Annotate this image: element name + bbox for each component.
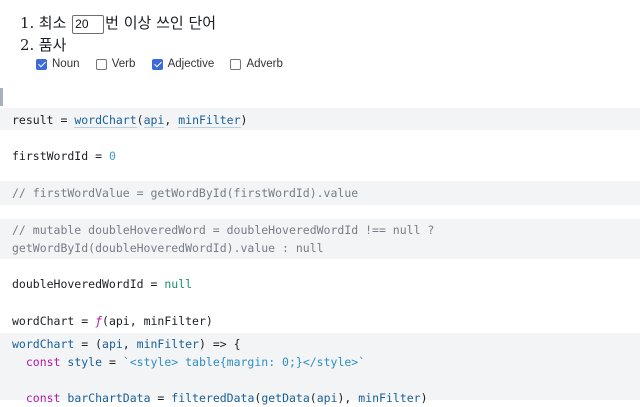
pos-option-adjective[interactable]: Adjective <box>151 56 215 72</box>
code-string: `<style> table{margin: 0;}</style>` <box>122 355 366 369</box>
code-token: firstWordId <box>12 149 89 163</box>
pos-option-label: Noun <box>52 58 80 70</box>
code-value: 0 <box>108 149 116 163</box>
code-token: api <box>102 337 123 351</box>
cell-double-hovered-word[interactable]: // mutable doubleHoveredWord = doubleHov… <box>0 219 640 259</box>
code-token: ) => { <box>198 337 241 351</box>
cell-first-word-value[interactable]: // firstWordValue = getWordById(firstWor… <box>0 181 640 205</box>
code-link[interactable]: wordChart <box>74 113 137 128</box>
function-icon: ƒ <box>95 314 103 328</box>
code-keyword: const <box>25 391 61 405</box>
code-token: filteredData <box>171 391 255 405</box>
code-link[interactable]: api <box>143 113 165 128</box>
code-link[interactable]: minFilter <box>178 113 241 128</box>
code-token: wordChart <box>12 337 75 351</box>
cell-word-chart-definition[interactable]: wordChart = (api, minFilter) => { const … <box>0 333 640 405</box>
pos-option-noun[interactable]: Noun <box>36 56 80 72</box>
code-token: ), <box>337 391 359 405</box>
code-value: null <box>164 277 193 291</box>
word-filter-panel: 1. 최소 20 번 이상 쓰인 단어 2. 품사 Noun Verb Adjec… <box>0 0 640 88</box>
cell-result[interactable]: result = wordChart(api, minFilter) <box>0 108 640 130</box>
code-token: ( <box>136 113 144 127</box>
code-comment: getWordById(doubleHoveredWordId).value :… <box>12 241 324 255</box>
code-comment: // firstWordValue = getWordById(firstWor… <box>12 186 359 200</box>
code-token: style <box>60 355 103 369</box>
cell-word-chart-signature[interactable]: wordChart = ƒ(api, minFilter) <box>0 312 640 332</box>
code-token: doubleHoveredWordId <box>12 277 144 291</box>
pos-option-label: Verb <box>111 58 136 70</box>
pos-checkbox-group: Noun Verb Adjective Adverb <box>36 56 296 72</box>
min-count-input[interactable]: 20 <box>72 14 105 34</box>
code-token: minFilter <box>136 337 199 351</box>
adverb-checkbox[interactable] <box>230 58 242 70</box>
list-number: 2. <box>20 36 35 54</box>
code-token: = <box>53 113 75 127</box>
code-token: (api, minFilter) <box>102 314 213 328</box>
code-comment: // mutable doubleHoveredWord = doubleHov… <box>12 223 435 237</box>
cell-first-word-id[interactable]: firstWordId = 0 <box>0 147 640 167</box>
code-token: getData <box>261 391 310 405</box>
code-token: = <box>143 277 165 291</box>
pos-option-label: Adjective <box>167 58 215 70</box>
code-token: ) <box>240 113 248 127</box>
code-token: = <box>88 149 109 163</box>
pos-option-verb[interactable]: Verb <box>95 56 136 72</box>
pos-heading-row: 2. 품사 <box>20 34 66 55</box>
min-count-row: 1. 최소 20 번 이상 쓰인 단어 <box>20 12 216 34</box>
code-token: barChartData <box>60 391 151 405</box>
pos-option-label: Adverb <box>246 58 283 70</box>
code-token: wordChart <box>12 314 75 328</box>
code-token: = ( <box>74 337 103 351</box>
pos-heading: 품사 <box>38 36 67 54</box>
code-token: = <box>102 355 123 369</box>
code-token: result <box>12 113 54 127</box>
verb-checkbox[interactable] <box>95 58 107 70</box>
code-token: minFilter <box>358 391 421 405</box>
cell-double-hovered-word-id[interactable]: doubleHoveredWordId = null <box>0 275 640 295</box>
code-token: = <box>74 314 96 328</box>
code-token: ( <box>309 391 317 405</box>
noun-checkbox[interactable] <box>36 58 47 70</box>
adjective-checkbox[interactable] <box>151 58 163 70</box>
code-token: ) <box>420 391 428 405</box>
list-number: 1. <box>20 14 35 32</box>
min-count-prefix: 최소 <box>38 14 67 32</box>
pos-option-adverb[interactable]: Adverb <box>230 56 283 72</box>
code-token: = <box>150 391 172 405</box>
cell-focus-marker <box>0 88 3 106</box>
min-count-suffix: 번 이상 쓰인 단어 <box>105 14 217 32</box>
code-token: , <box>164 113 179 127</box>
code-keyword: const <box>25 355 61 369</box>
code-token: , <box>122 337 137 351</box>
code-token: api <box>316 391 338 405</box>
